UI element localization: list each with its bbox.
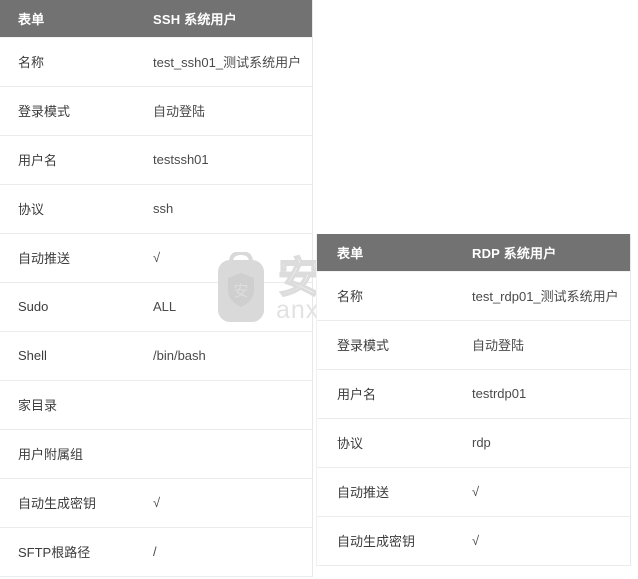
row-label: Sudo [0,282,135,332]
row-value: ssh [135,184,312,234]
row-label: 用户附属组 [0,429,135,479]
ssh-table-body: 名称 test_ssh01_测试系统用户 登录模式 自动登陆 用户名 tests… [0,36,312,577]
rdp-header-row: 表单 RDP 系统用户 [317,234,630,271]
row-label: 协议 [0,184,135,234]
row-value [135,380,312,430]
row-value: √ [452,516,630,566]
row-label: Shell [0,331,135,381]
table-row: 用户名 testssh01 [0,135,312,185]
row-value: √ [135,478,312,528]
table-row: 自动生成密钥 √ [317,516,630,566]
table-row: 自动推送 √ [317,467,630,517]
table-row: 用户名 testrdp01 [317,369,630,419]
table-row: 家目录 [0,380,312,430]
rdp-header-value-column: RDP 系统用户 [472,245,557,261]
row-value: test_ssh01_测试系统用户 [135,36,312,87]
row-label: 名称 [0,36,135,87]
row-value: 自动登陆 [452,320,630,370]
row-value: / [135,527,312,577]
row-value: rdp [452,418,630,468]
row-label: 家目录 [0,380,135,430]
table-row: 自动生成密钥 √ [0,478,312,528]
rdp-table-header: 表单 RDP 系统用户 [317,234,630,271]
row-value [135,429,312,479]
ssh-header-value-column: SSH 系统用户 [153,11,237,27]
row-label: 登录模式 [317,320,452,370]
row-value: testssh01 [135,135,312,185]
row-value: test_rdp01_测试系统用户 [452,270,630,321]
ssh-table-header: 表单 SSH 系统用户 [0,0,312,37]
rdp-system-user-table-card: 表单 RDP 系统用户 名称 test_rdp01_测试系统用户 登录模式 自动… [316,234,631,566]
row-label: 自动推送 [0,233,135,283]
ssh-system-user-table-card: 表单 SSH 系统用户 名称 test_ssh01_测试系统用户 登录模式 自动… [0,0,313,577]
ssh-header-row: 表单 SSH 系统用户 [0,0,312,37]
table-row: 协议 ssh [0,184,312,234]
row-value: ALL [135,282,312,332]
row-label: 用户名 [317,369,452,419]
row-value: √ [135,233,312,283]
row-label: 自动推送 [317,467,452,517]
rdp-system-user-table: 表单 RDP 系统用户 名称 test_rdp01_测试系统用户 登录模式 自动… [317,234,630,566]
ssh-system-user-table: 表单 SSH 系统用户 名称 test_ssh01_测试系统用户 登录模式 自动… [0,0,312,577]
table-row: 协议 rdp [317,418,630,468]
table-row: 名称 test_ssh01_测试系统用户 [0,36,312,87]
rdp-table-body: 名称 test_rdp01_测试系统用户 登录模式 自动登陆 用户名 testr… [317,270,630,566]
row-value: testrdp01 [452,369,630,419]
table-row: 名称 test_rdp01_测试系统用户 [317,270,630,321]
row-value: /bin/bash [135,331,312,381]
row-value: √ [452,467,630,517]
table-row: 用户附属组 [0,429,312,479]
table-row: Shell /bin/bash [0,331,312,381]
table-row: SFTP根路径 / [0,527,312,577]
rdp-header-label-column: 表单 [337,245,364,261]
table-row: Sudo ALL [0,282,312,332]
table-row: 登录模式 自动登陆 [317,320,630,370]
ssh-header-label-column: 表单 [18,11,45,27]
row-label: 自动生成密钥 [0,478,135,528]
row-label: 名称 [317,270,452,321]
row-label: 自动生成密钥 [317,516,452,566]
row-label: 用户名 [0,135,135,185]
row-value: 自动登陆 [135,86,312,136]
table-row: 自动推送 √ [0,233,312,283]
row-label: SFTP根路径 [0,527,135,577]
row-label: 协议 [317,418,452,468]
table-row: 登录模式 自动登陆 [0,86,312,136]
row-label: 登录模式 [0,86,135,136]
